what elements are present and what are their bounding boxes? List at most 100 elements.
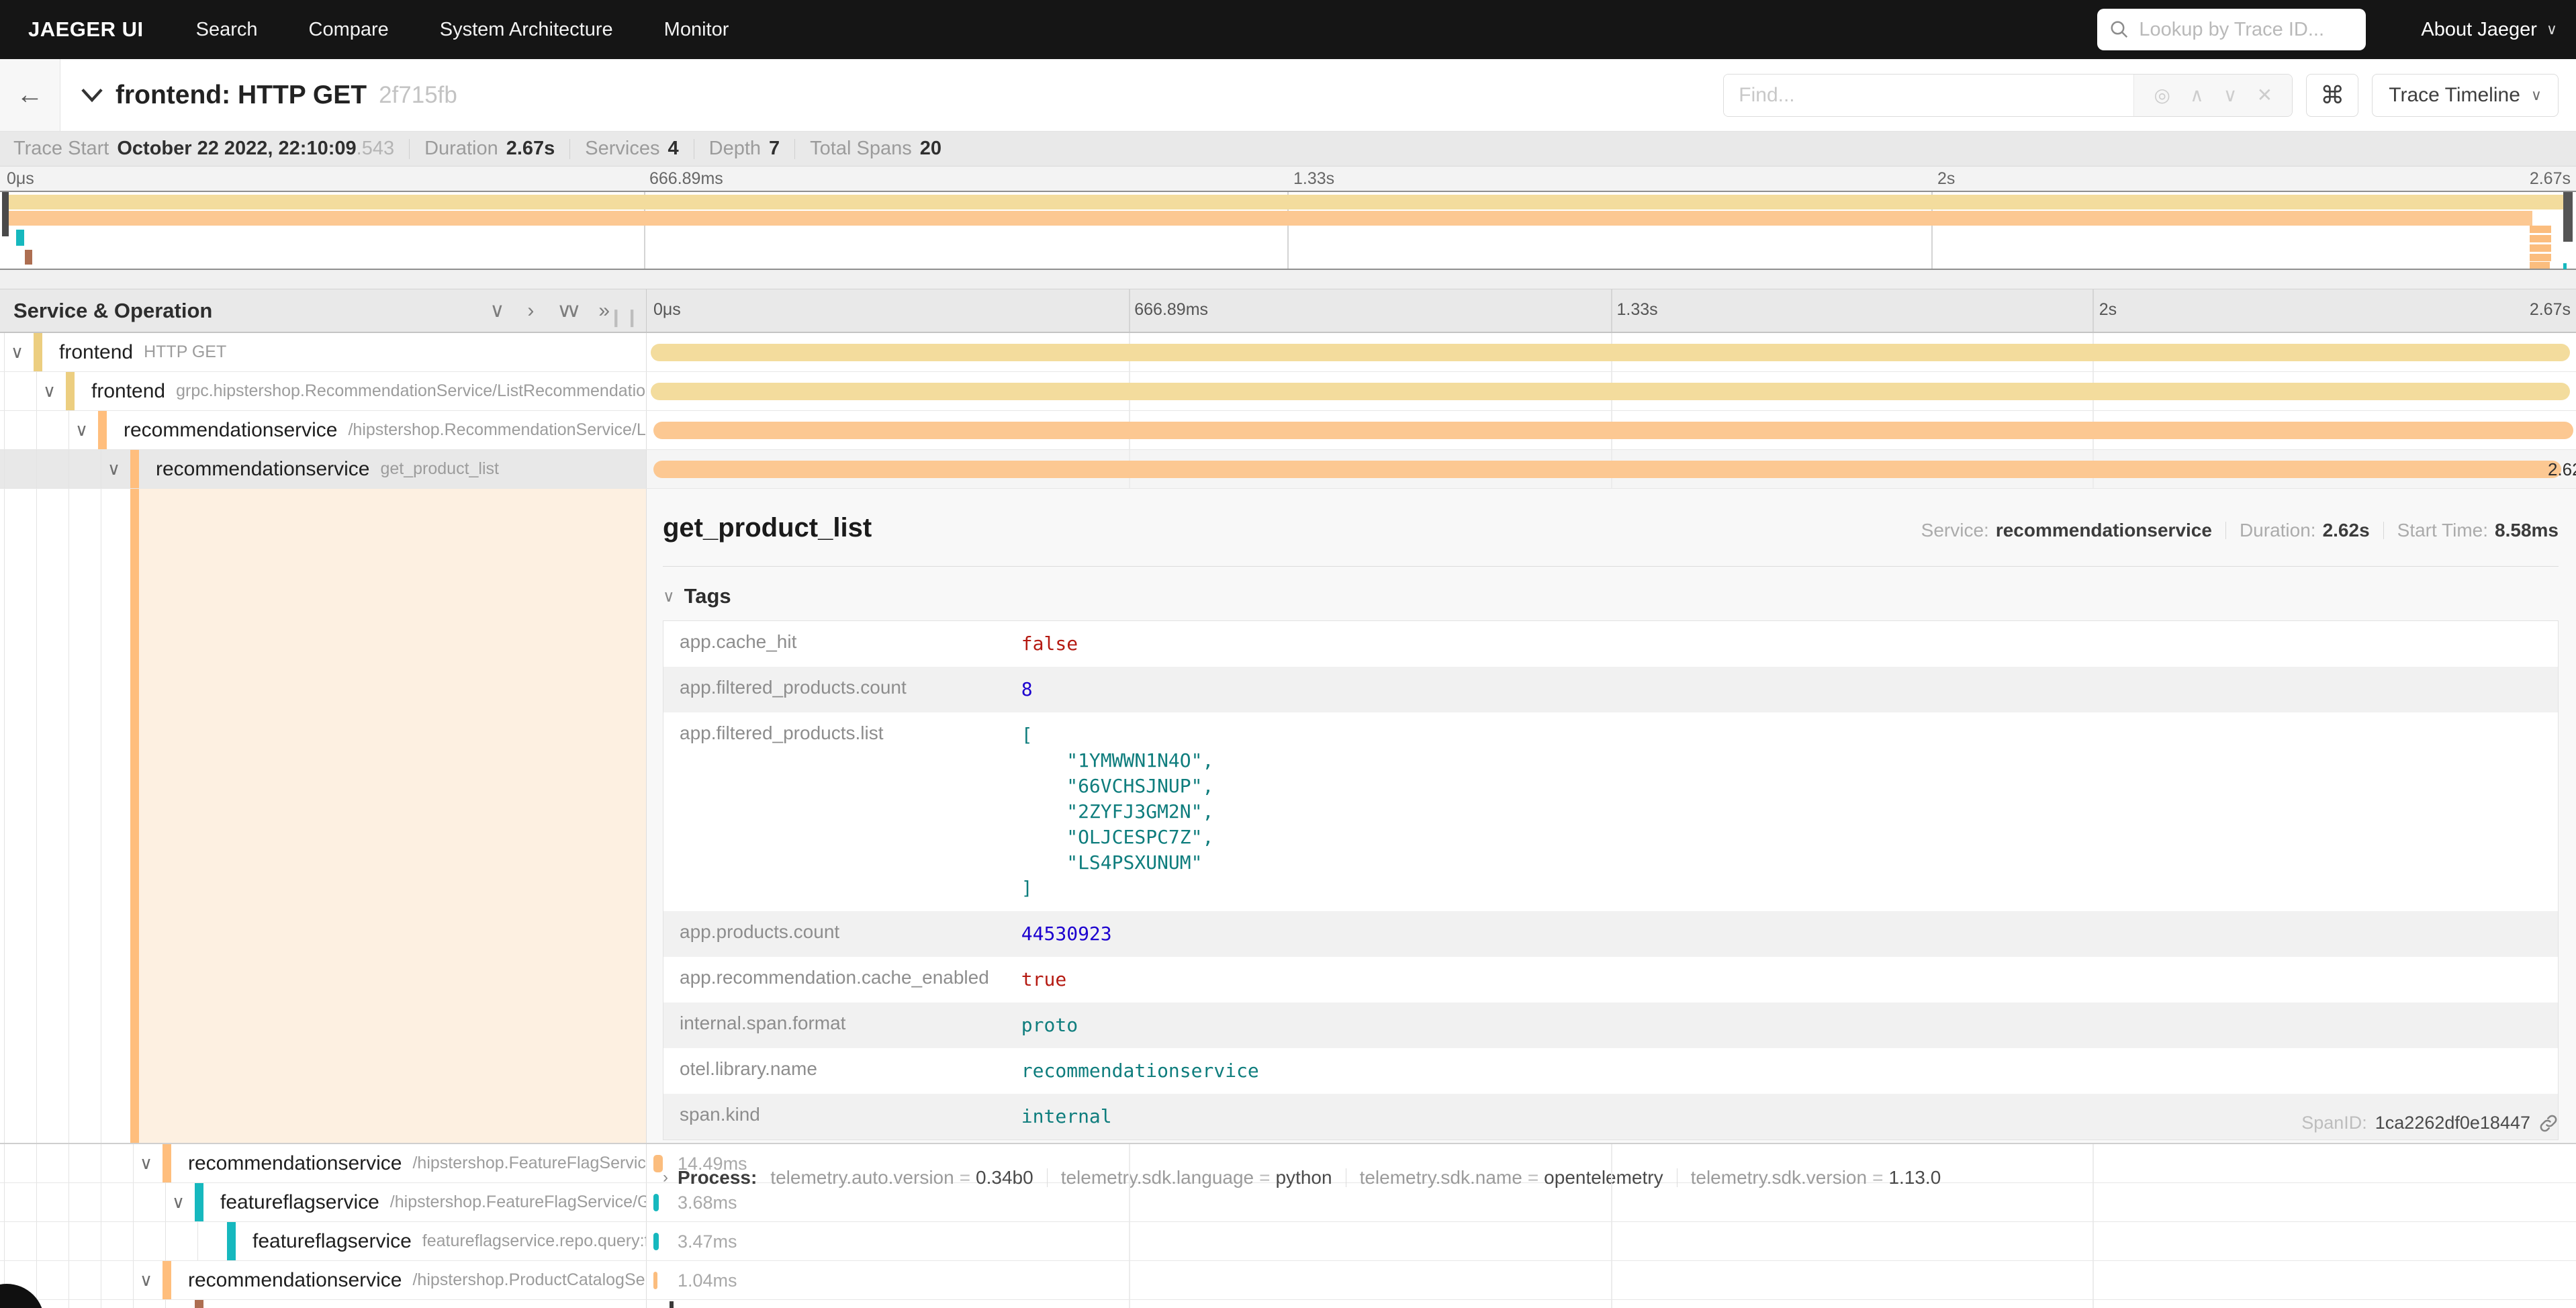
timeline-ticks: 0μs 666.89ms 1.33s 2s 2.67s (647, 289, 2576, 332)
span-id-row: SpanID: 1ca2262df0e18447 (2301, 1113, 2559, 1133)
keyboard-shortcuts-button[interactable]: ⌘ (2306, 74, 2358, 117)
span-row-partial[interactable] (0, 1300, 2576, 1308)
span-service: recommendationservice (124, 419, 337, 442)
span-collapse-icon[interactable]: ∨ (11, 342, 24, 363)
trace-minimap[interactable] (0, 191, 2576, 270)
span-row[interactable]: ∨ frontendHTTP GET (0, 333, 2576, 372)
span-service: frontend (91, 380, 165, 403)
span-row[interactable]: ∨ recommendationservice/hipstershop.Reco… (0, 411, 2576, 450)
span-operation: /hipstershop.RecommendationService/Lis..… (348, 420, 647, 440)
trace-title: frontend: HTTP GET (116, 81, 367, 110)
command-icon: ⌘ (2320, 81, 2344, 109)
tag-row: app.filtered_products.count8 (663, 667, 2559, 712)
span-row[interactable]: ∨ frontendgrpc.hipstershop.Recommendatio… (0, 372, 2576, 411)
minimap-tick-labels: 0μs 666.89ms 1.33s 2s 2.67s (0, 167, 2576, 191)
span-service: featureflagservice (220, 1191, 379, 1214)
trace-total-spans: Total Spans 20 (780, 138, 941, 160)
span-collapse-icon[interactable]: ∨ (140, 1270, 152, 1291)
span-duration-bar[interactable] (653, 1233, 659, 1250)
span-operation-title: get_product_list (663, 513, 1921, 543)
nav-item-search[interactable]: Search (196, 19, 258, 41)
span-row[interactable]: ∨ recommendationservice/hipstershop.Feat… (0, 1144, 2576, 1183)
minimap-span (5, 211, 2532, 226)
tag-row: app.products.count44530923 (663, 911, 2559, 957)
span-row[interactable]: ∨ recommendationservice/hipstershop.Prod… (0, 1261, 2576, 1300)
span-duration-label: 1.04ms (678, 1270, 737, 1291)
deep-link-icon[interactable] (2538, 1113, 2559, 1133)
nav-item-compare[interactable]: Compare (309, 19, 389, 41)
tag-row: app.recommendation.cache_enabledtrue (663, 957, 2559, 1002)
minimap-span (2530, 226, 2551, 233)
service-color-accent (98, 411, 107, 449)
span-duration-bar[interactable] (653, 1272, 657, 1289)
service-color-accent (163, 1144, 171, 1182)
tags-section-toggle[interactable]: ∨ Tags (663, 584, 2559, 608)
minimap-span (2530, 235, 2551, 242)
trace-page-header: ← frontend: HTTP GET 2f715fb ◎ ∧ ∨ ✕ ⌘ T… (0, 59, 2576, 132)
span-collapse-icon[interactable]: ∨ (75, 420, 88, 440)
back-button[interactable]: ← (0, 59, 60, 131)
span-duration-label: 2.62s (2548, 459, 2576, 480)
app-logo[interactable]: JAEGER UI (28, 17, 144, 42)
span-collapse-icon[interactable]: ∨ (43, 381, 56, 402)
span-duration-bar[interactable] (653, 1194, 659, 1211)
detail-service: Service:recommendationservice (1921, 520, 2212, 541)
minimap-span (2530, 254, 2551, 261)
span-duration-bar[interactable] (651, 344, 2571, 361)
span-duration-label: 14.49ms (678, 1154, 747, 1174)
about-jaeger-menu[interactable]: About Jaeger ∨ (2421, 19, 2557, 41)
trace-id-lookup-input[interactable] (2139, 19, 2354, 41)
detail-duration: Duration:2.62s (2212, 520, 2370, 541)
span-row-selected[interactable]: ∨ recommendationserviceget_product_list … (0, 450, 2576, 489)
chevron-down-icon: ∨ (2546, 21, 2557, 38)
span-detail-panel: get_product_list Service:recommendations… (647, 489, 2576, 1143)
clear-find-icon[interactable]: ✕ (2257, 84, 2272, 106)
next-match-icon[interactable]: ∨ (2223, 84, 2238, 106)
detail-start-time: Start Time:8.58ms (2370, 520, 2559, 541)
span-service: recommendationservice (156, 458, 369, 481)
trace-duration: Duration 2.67s (394, 138, 555, 160)
find-input[interactable] (1724, 75, 2133, 116)
nav-item-system-architecture[interactable]: System Architecture (440, 19, 613, 41)
span-duration-bar[interactable] (653, 422, 2573, 439)
minimap-span (5, 195, 2563, 209)
prev-match-icon[interactable]: ∧ (2190, 84, 2204, 106)
trace-depth: Depth 7 (679, 138, 780, 160)
span-duration-bar[interactable] (653, 1155, 663, 1172)
focus-match-icon[interactable]: ◎ (2154, 84, 2170, 106)
nav-item-monitor[interactable]: Monitor (664, 19, 729, 41)
column-resize-handle[interactable]: ❙❙ (608, 307, 641, 328)
span-collapse-icon[interactable]: ∨ (140, 1153, 152, 1174)
service-color-accent (227, 1222, 236, 1260)
span-service: recommendationservice (188, 1152, 402, 1175)
service-color-accent (34, 333, 42, 371)
span-service: frontend (59, 341, 133, 364)
minimap-left-handle[interactable] (2, 192, 9, 236)
collapse-all-icon[interactable]: ∨∨ (557, 301, 576, 321)
span-detail-indent (0, 489, 647, 1143)
collapse-one-icon[interactable]: ∨ (490, 301, 504, 321)
view-selector[interactable]: Trace Timeline ∨ (2372, 74, 2559, 117)
expand-one-icon[interactable]: › (527, 301, 534, 321)
span-collapse-icon[interactable]: ∨ (107, 459, 120, 479)
tag-row: span.kindinternal (663, 1094, 2559, 1140)
chevron-down-icon: ∨ (2531, 87, 2542, 104)
trace-services: Services 4 (555, 138, 678, 160)
trace-id: 2f715fb (379, 82, 457, 109)
span-row[interactable]: ∨ featureflagservice/hipstershop.Feature… (0, 1183, 2576, 1222)
chevron-down-icon (81, 87, 103, 103)
span-duration-bar[interactable] (653, 461, 2561, 478)
span-detail-row: get_product_list Service:recommendations… (0, 489, 2576, 1144)
span-row[interactable]: featureflagservicefeatureflagservice.rep… (0, 1222, 2576, 1261)
span-duration-bar[interactable] (651, 383, 2571, 400)
trace-collapse-toggle[interactable] (81, 87, 103, 103)
tag-row: otel.library.namerecommendationservice (663, 1048, 2559, 1094)
span-collapse-icon[interactable]: ∨ (172, 1192, 185, 1213)
minimap-right-handle[interactable] (2563, 192, 2573, 242)
trace-id-lookup[interactable] (2097, 9, 2366, 50)
minimap-span (25, 250, 32, 265)
trace-summary-bar: Trace Start October 22 2022, 22:10:09.54… (0, 132, 2576, 167)
timeline-column-headers: Service & Operation ∨ › ∨∨ » ❙❙ 0μs 666.… (0, 289, 2576, 333)
find-bar: ◎ ∧ ∨ ✕ (1723, 74, 2293, 117)
span-service: featureflagservice (252, 1230, 412, 1253)
